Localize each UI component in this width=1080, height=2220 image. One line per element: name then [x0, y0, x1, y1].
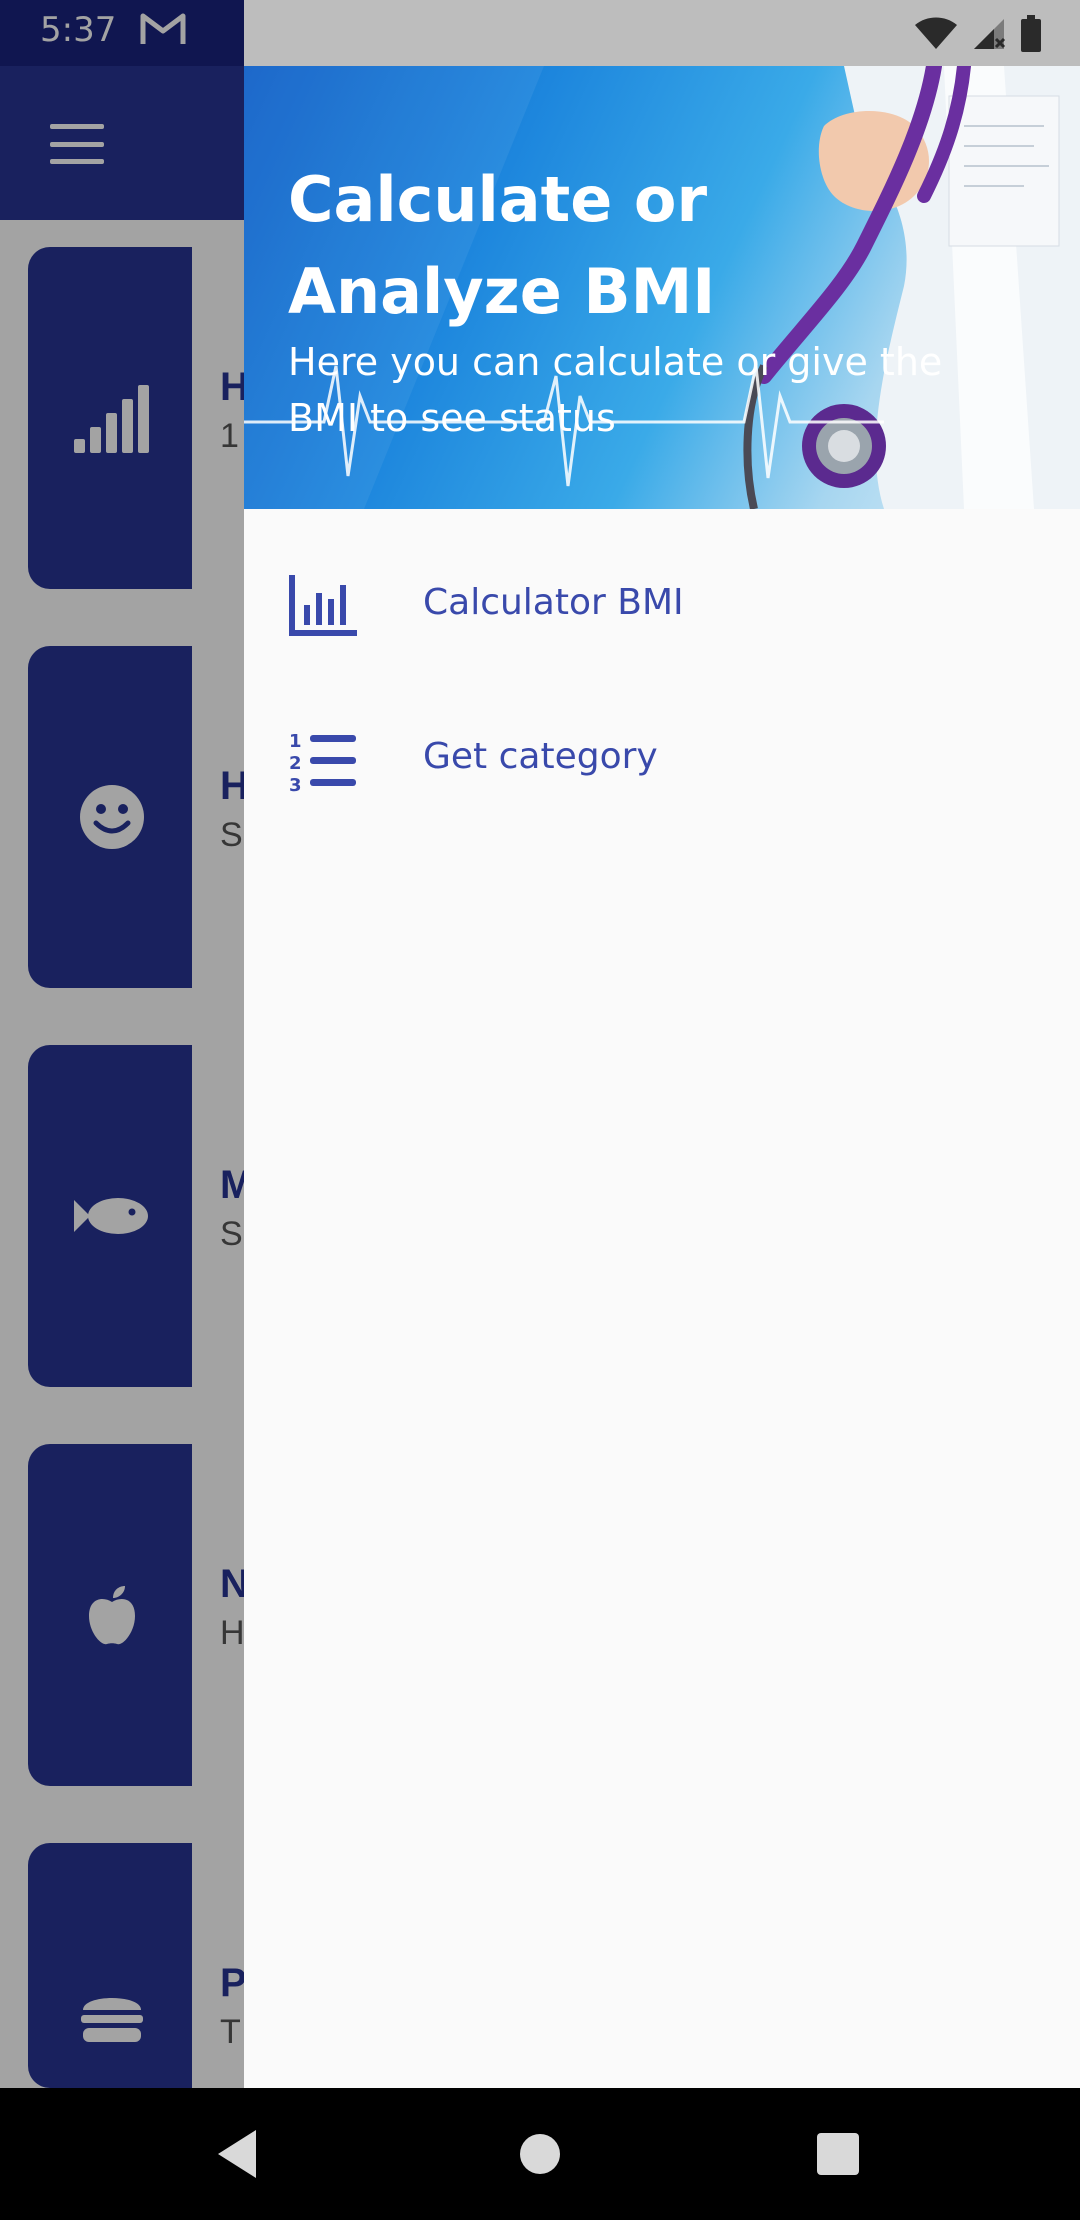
svg-text:1: 1: [289, 731, 302, 752]
nav-item-label: Get category: [423, 736, 658, 777]
back-icon[interactable]: [210, 2124, 270, 2184]
home-icon[interactable]: [510, 2124, 570, 2184]
nav-item-label: Calculator BMI: [423, 582, 684, 623]
svg-text:3: 3: [289, 775, 302, 793]
wifi-icon: [915, 17, 957, 49]
system-nav-bar: [0, 2088, 1080, 2220]
drawer-subtitle: Here you can calculate or give the BMI t…: [288, 340, 943, 440]
nav-item-get-category[interactable]: 1 2 3 Get category: [244, 686, 1080, 836]
navigation-drawer: Calculate or Analyze BMI Here you can ca…: [244, 0, 1080, 2088]
recents-icon[interactable]: [808, 2124, 868, 2184]
cell-signal-icon: [974, 19, 1006, 49]
nav-item-calculator-bmi[interactable]: Calculator BMI: [244, 532, 1080, 682]
numbered-list-icon: 1 2 3: [289, 731, 356, 793]
battery-icon: [1021, 15, 1041, 52]
status-icons: [914, 14, 1042, 54]
drawer-title: Calculate or Analyze BMI: [288, 163, 716, 328]
svg-text:2: 2: [289, 753, 302, 774]
drawer-header: Calculate or Analyze BMI Here you can ca…: [244, 66, 1080, 509]
bar-chart-icon: [289, 575, 357, 636]
